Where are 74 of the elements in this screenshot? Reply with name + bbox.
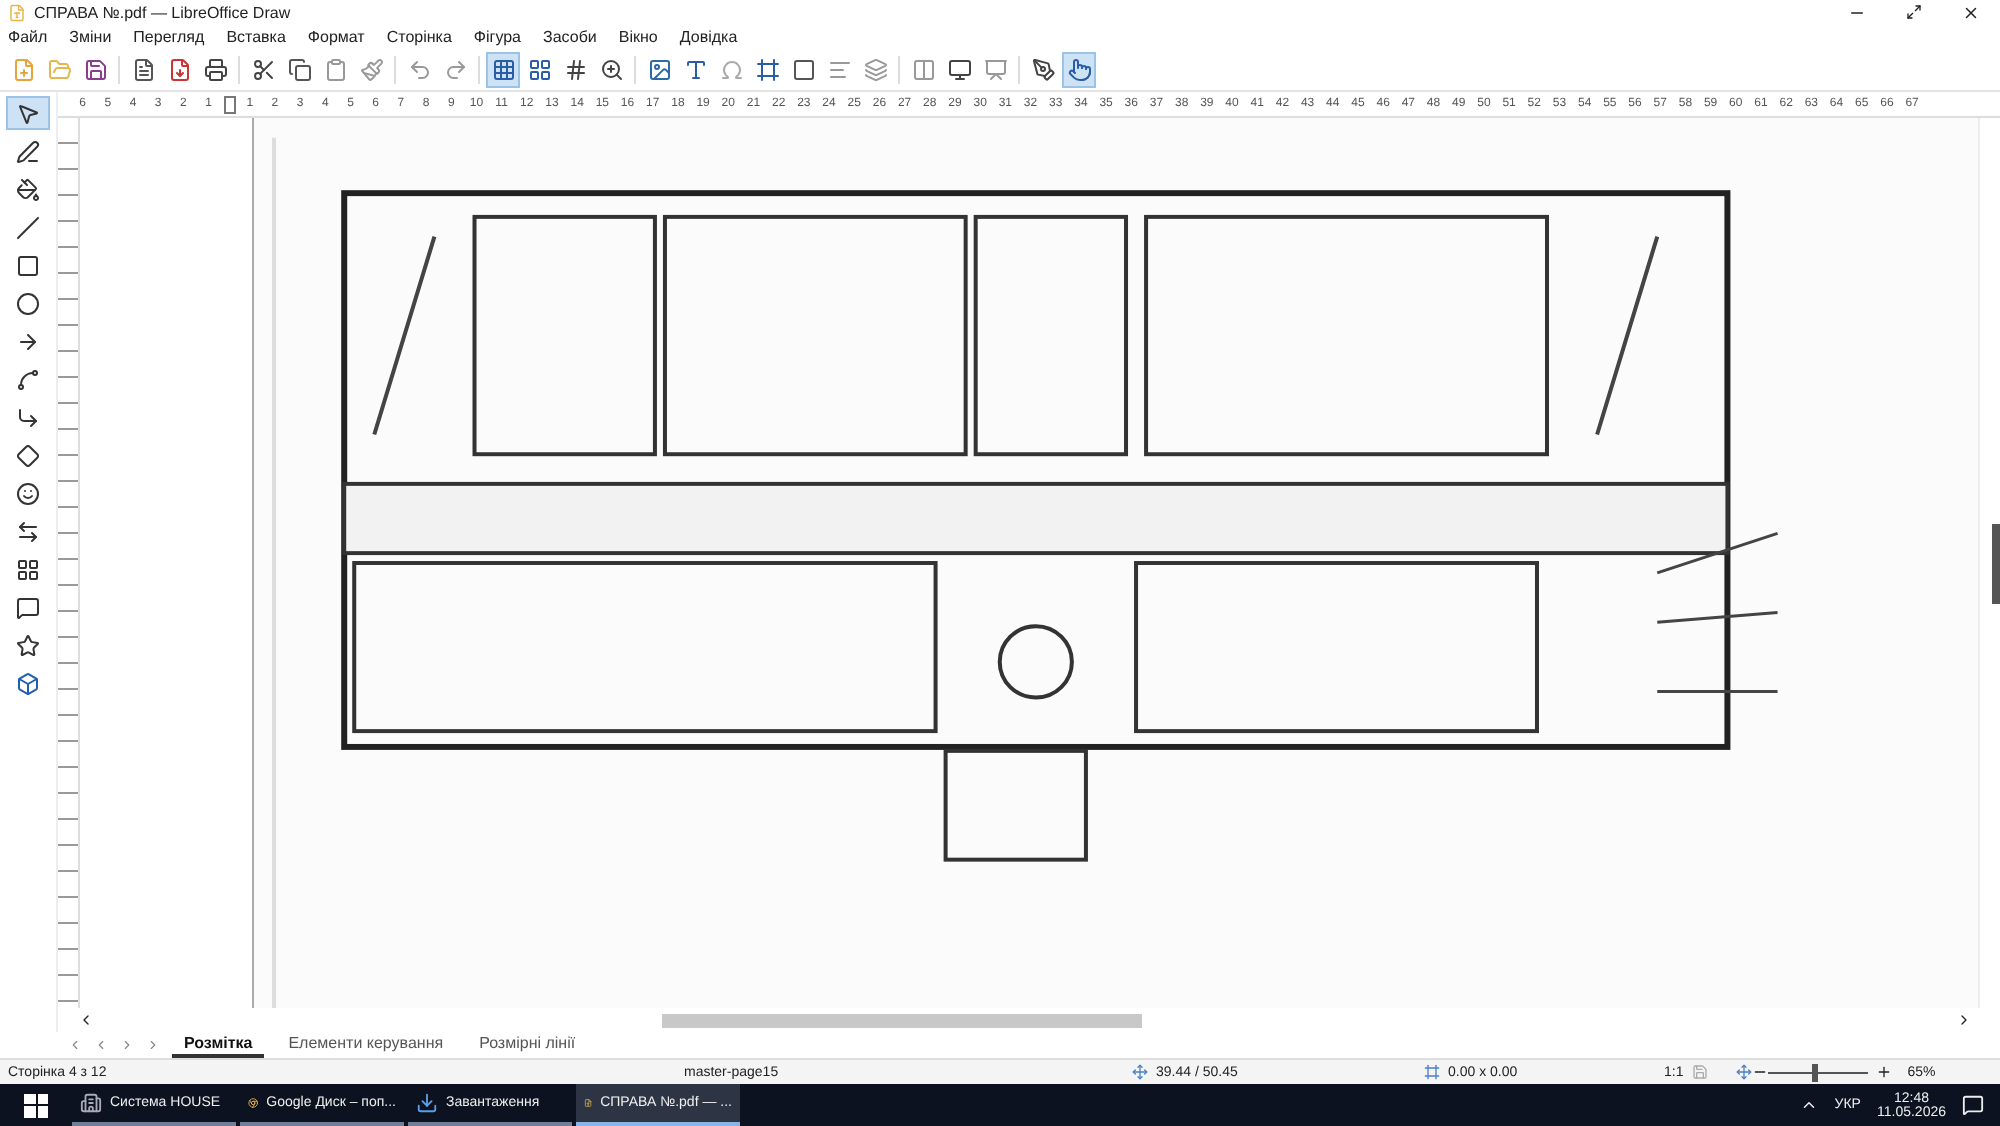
layer-tab[interactable]: Елементи керування	[276, 1032, 456, 1058]
shape-icon	[791, 58, 815, 82]
menu-item[interactable]: Довідка	[679, 28, 738, 46]
menu-item[interactable]: Вікно	[618, 28, 658, 46]
menu-item[interactable]: Вставка	[226, 28, 286, 46]
ruler-origin-icon	[223, 95, 236, 113]
menu-item[interactable]: Засоби	[543, 28, 597, 46]
omega-icon	[719, 58, 743, 82]
scrollbar-thumb[interactable]	[662, 1013, 1142, 1027]
grid-icon	[491, 58, 515, 82]
star-icon	[16, 633, 40, 657]
browser-icon	[248, 1092, 259, 1114]
brush-icon	[359, 58, 383, 82]
undo-icon	[407, 58, 431, 82]
layer-tab[interactable]: Розмірні лінії	[467, 1032, 588, 1058]
previous-sheet-icon[interactable]	[94, 1038, 108, 1052]
new-icon	[11, 58, 35, 82]
toolbar-button[interactable]	[1062, 52, 1096, 88]
open-folder-icon	[47, 58, 71, 82]
window-title: СПРАВА №.pdf — LibreOffice Draw	[34, 3, 293, 21]
next-sheet-icon[interactable]	[120, 1038, 134, 1052]
arrow-icon	[16, 329, 40, 353]
layers-icon	[863, 58, 887, 82]
copy-icon	[287, 58, 311, 82]
connector-icon	[16, 405, 40, 429]
menu-item[interactable]: Сторінка	[386, 28, 452, 46]
first-sheet-icon[interactable]	[68, 1038, 82, 1052]
scroll-right-icon[interactable]	[1956, 1012, 1972, 1028]
menu-item[interactable]: Перегляд	[133, 28, 205, 46]
image-icon	[647, 58, 671, 82]
zoom-in-icon[interactable]	[1875, 1064, 1892, 1080]
tool-button[interactable]	[6, 96, 50, 130]
export-icon	[167, 58, 191, 82]
download-icon	[416, 1092, 438, 1114]
document-icon	[131, 58, 155, 82]
scrollbar-thumb[interactable]	[1992, 523, 2000, 603]
pen-icon	[1031, 58, 1055, 82]
redo-icon	[443, 58, 467, 82]
menu-item[interactable]: Файл	[8, 28, 48, 46]
diamond-icon	[16, 443, 40, 467]
menu-item[interactable]: Формат	[307, 28, 365, 46]
position-icon	[1132, 1064, 1148, 1080]
printer-icon	[203, 58, 227, 82]
text-box-icon	[683, 58, 707, 82]
notifications-icon[interactable]	[1962, 1094, 1984, 1116]
smiley-icon	[16, 481, 40, 505]
line-icon	[16, 215, 40, 239]
save-icon	[83, 58, 107, 82]
building-icon	[80, 1092, 102, 1114]
close-icon[interactable]	[1962, 3, 1980, 21]
hash-icon	[563, 58, 587, 82]
cut-icon	[251, 58, 275, 82]
app-icon	[8, 3, 26, 21]
monitor-icon	[947, 58, 971, 82]
zoom-icon	[599, 58, 623, 82]
double-arrow-icon	[16, 519, 40, 543]
slide-icon	[983, 58, 1007, 82]
last-sheet-icon[interactable]	[146, 1038, 160, 1052]
restore-icon[interactable]	[1906, 3, 1922, 19]
start-icon[interactable]	[24, 1093, 48, 1117]
cube-icon	[16, 671, 40, 695]
curve-icon	[16, 367, 40, 391]
rectangle-icon	[16, 253, 40, 277]
menu-item[interactable]: Фігура	[473, 28, 522, 46]
callout-icon	[16, 595, 40, 619]
save-status-icon	[1691, 1064, 1708, 1080]
menu-item[interactable]: Зміни	[69, 28, 112, 46]
ellipse-icon	[16, 291, 40, 315]
scroll-left-icon[interactable]	[78, 1012, 94, 1028]
tray-expand-icon[interactable]	[1800, 1096, 1819, 1114]
fill-color-icon	[16, 177, 40, 201]
align-icon	[827, 58, 851, 82]
paste-icon	[323, 58, 347, 82]
toolbar-button[interactable]	[486, 52, 520, 88]
